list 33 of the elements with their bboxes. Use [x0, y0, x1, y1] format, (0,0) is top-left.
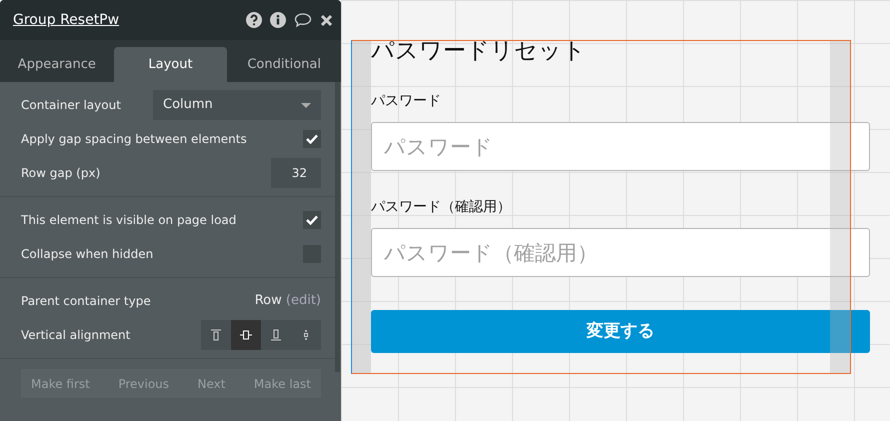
input-field[interactable]: パスワード（確認用） — [371, 228, 870, 277]
align-center-icon — [240, 329, 252, 341]
align-top-icon — [210, 329, 222, 341]
submit-button[interactable]: 変更する — [371, 310, 870, 353]
setting-label: This element is visible on page load — [21, 212, 236, 229]
form-title: パスワードリセット — [371, 37, 587, 66]
checkbox[interactable] — [303, 130, 321, 148]
setting-label: Row gap (px) — [21, 165, 100, 182]
info-icon[interactable] — [270, 12, 286, 28]
field-label: パスワード — [371, 92, 442, 110]
number-field[interactable]: 32 — [271, 158, 321, 188]
tab[interactable]: Appearance — [0, 47, 114, 82]
panel-title[interactable]: Group ResetPw — [13, 10, 120, 30]
input-field[interactable]: パスワード — [371, 122, 870, 171]
tab[interactable]: Conditional — [227, 47, 342, 82]
setting-label: Collapse when hidden — [21, 246, 154, 263]
group-outline[interactable] — [351, 40, 851, 374]
layout-dropdown[interactable]: Column — [153, 90, 321, 120]
field-label: パスワード（確認用） — [371, 198, 512, 216]
setting-label: Vertical alignment — [21, 327, 130, 344]
tab[interactable]: Layout — [114, 47, 228, 82]
setting-value: Row (edit) — [254, 292, 321, 310]
caret-icon — [301, 102, 311, 108]
checkbox[interactable] — [303, 211, 321, 229]
scrollbar[interactable] — [335, 82, 340, 372]
align-bottom-icon — [270, 329, 282, 341]
comment-icon[interactable] — [294, 12, 312, 28]
close-icon[interactable] — [320, 14, 333, 26]
setting-label: Parent container type — [21, 293, 151, 310]
alignment-button[interactable] — [231, 320, 261, 350]
help-icon[interactable] — [246, 12, 262, 28]
setting-label: Apply gap spacing between elements — [21, 131, 247, 148]
setting-label: Container layout — [21, 97, 121, 114]
